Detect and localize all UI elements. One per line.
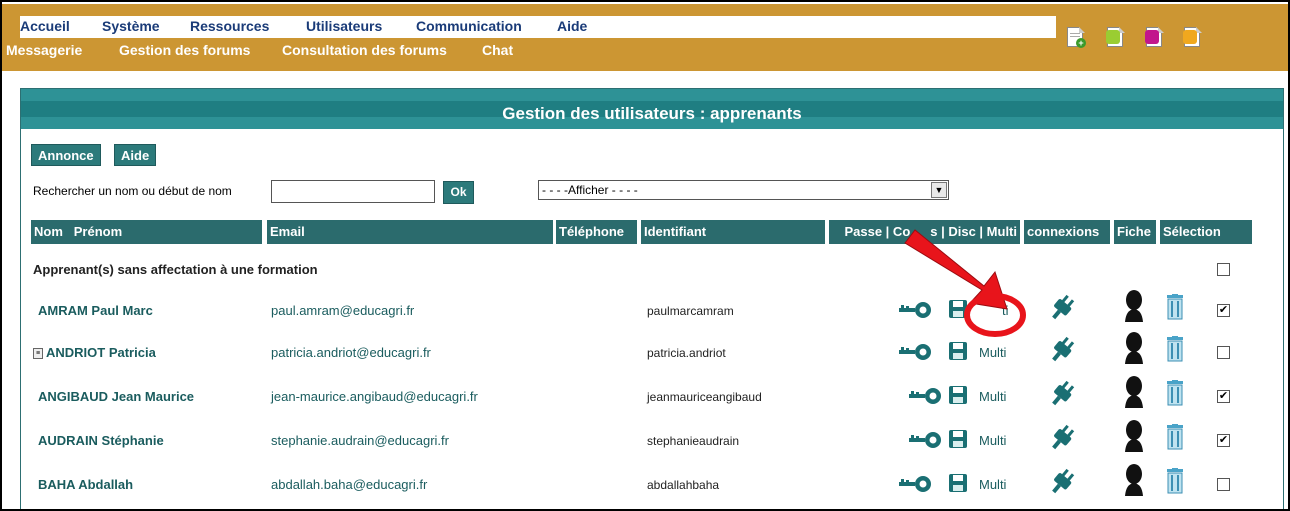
app-window: Messagerie Gestion des forums Consultati… — [0, 0, 1290, 511]
annotation-layer — [904, 229, 1026, 337]
